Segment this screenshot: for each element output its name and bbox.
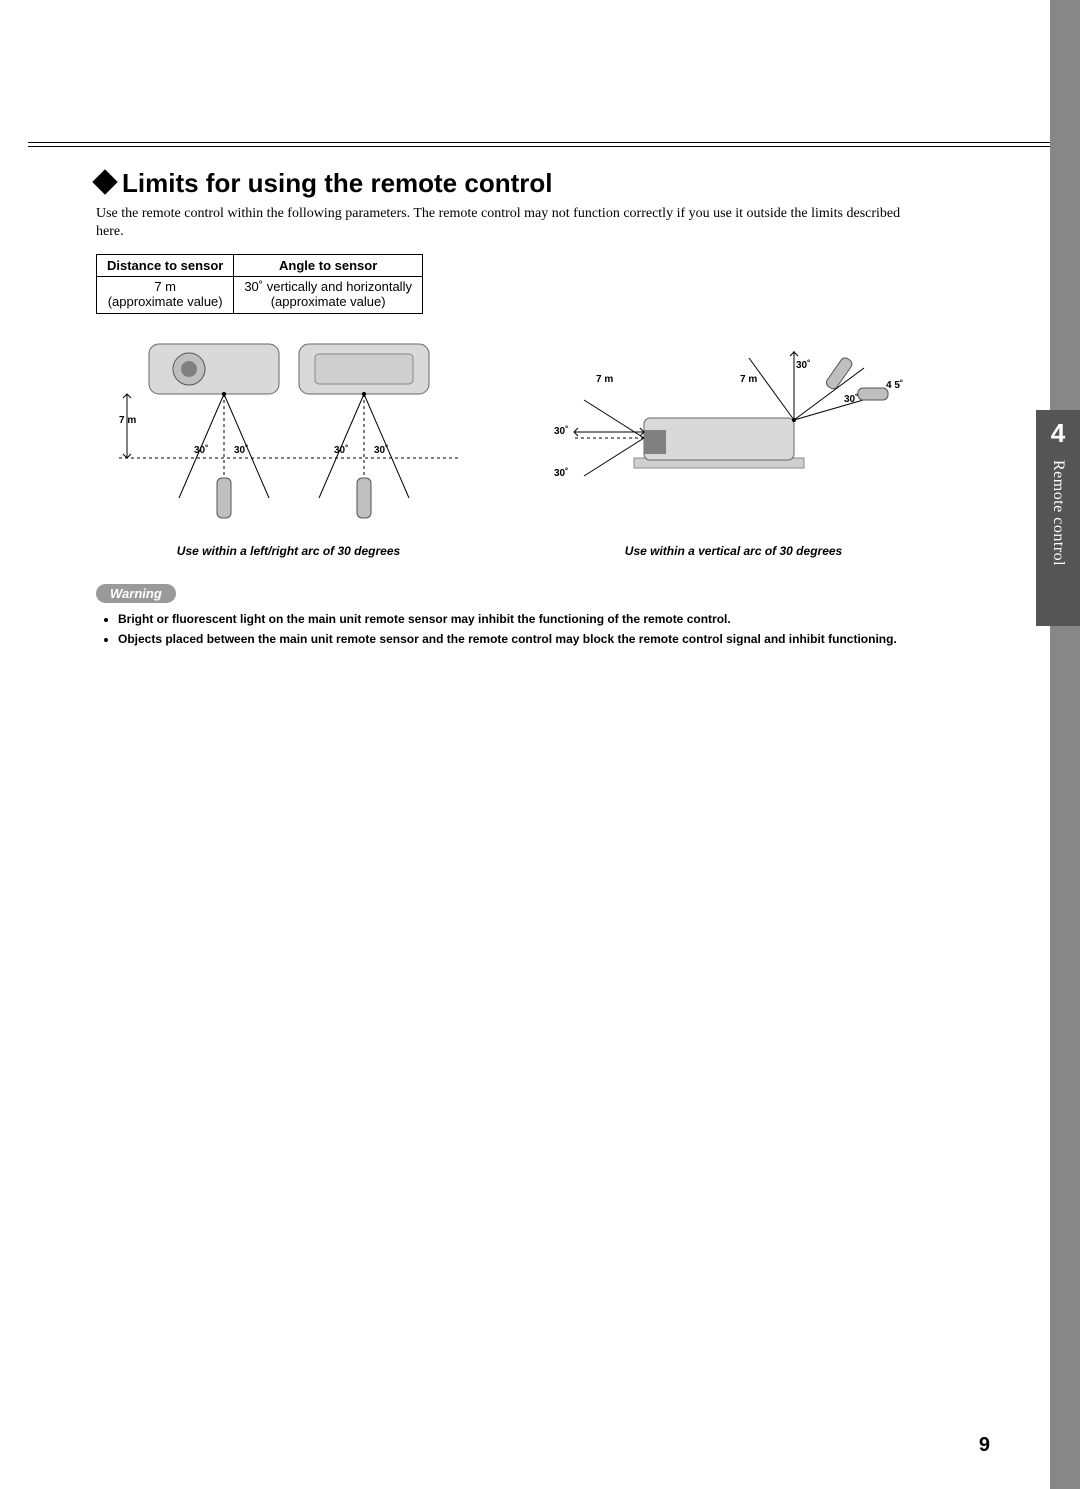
warning-list: Bright or fluorescent light on the main … bbox=[96, 611, 926, 647]
ang-label: 30˚ bbox=[554, 425, 568, 437]
page: 4 Remote control Limits for using the re… bbox=[0, 0, 1080, 1489]
ang-label: 30˚ bbox=[334, 444, 348, 456]
content-area: Limits for using the remote control Use … bbox=[96, 168, 926, 651]
ang-label: 30˚ bbox=[844, 393, 858, 405]
intro-paragraph: Use the remote control within the follow… bbox=[96, 205, 926, 240]
remote-icon bbox=[217, 478, 371, 518]
cell-angle-note: (approximate value) bbox=[271, 294, 386, 309]
ang-label: 30˚ bbox=[194, 444, 208, 456]
diagram-right: 7 m 30˚ 30˚ 7 m 30˚ 30˚ 4 5˚ bbox=[541, 338, 926, 558]
ang-label: 30˚ bbox=[234, 444, 248, 456]
diagrams-row: 7 m 30˚ 30˚ 30˚ 30˚ Use within a left/ri… bbox=[96, 338, 926, 558]
list-item: Bright or fluorescent light on the main … bbox=[118, 611, 926, 627]
table-row: 7 m (approximate value) 30˚ vertically a… bbox=[97, 277, 423, 314]
cell-angle-value: 30˚ vertically and horizontally bbox=[244, 279, 412, 294]
page-number: 9 bbox=[979, 1434, 990, 1457]
remote-icon bbox=[858, 388, 888, 400]
top-rule bbox=[28, 142, 1052, 147]
diagram-right-caption: Use within a vertical arc of 30 degrees bbox=[541, 544, 926, 558]
cell-distance-value: 7 m bbox=[154, 279, 176, 294]
diagram-right-svg: 7 m 30˚ 30˚ 7 m 30˚ 30˚ 4 5˚ bbox=[544, 338, 924, 528]
projector-rear-icon bbox=[299, 344, 429, 394]
extra-angle-label: 4 5˚ bbox=[886, 379, 903, 391]
diamond-icon bbox=[92, 169, 117, 194]
side-bar bbox=[1050, 0, 1080, 1489]
diagram-left: 7 m 30˚ 30˚ 30˚ 30˚ Use within a left/ri… bbox=[96, 338, 481, 558]
spec-table: Distance to sensor Angle to sensor 7 m (… bbox=[96, 254, 423, 314]
th-angle: Angle to sensor bbox=[234, 255, 423, 277]
section-title-text: Limits for using the remote control bbox=[122, 168, 552, 198]
th-distance: Distance to sensor bbox=[97, 255, 234, 277]
ang-label: 30˚ bbox=[554, 467, 568, 479]
dist-label: 7 m bbox=[119, 415, 136, 426]
warning-block: Warning Bright or fluorescent light on t… bbox=[96, 584, 926, 647]
diagram-left-svg: 7 m 30˚ 30˚ 30˚ 30˚ bbox=[119, 338, 459, 528]
chapter-number: 4 bbox=[1036, 416, 1080, 450]
projector-side-icon bbox=[644, 418, 794, 460]
ang-label: 30˚ bbox=[796, 359, 810, 371]
chapter-label: Remote control bbox=[1049, 460, 1067, 566]
section-title: Limits for using the remote control bbox=[96, 168, 926, 199]
table-row: Distance to sensor Angle to sensor bbox=[97, 255, 423, 277]
remote-icon bbox=[824, 356, 853, 391]
projector-front-icon bbox=[149, 344, 279, 394]
chapter-tab: 4 Remote control bbox=[1036, 410, 1080, 626]
warning-pill: Warning bbox=[96, 584, 176, 603]
dist-label: 7 m bbox=[740, 374, 757, 385]
ang-label: 30˚ bbox=[374, 444, 388, 456]
cell-distance-note: (approximate value) bbox=[108, 294, 223, 309]
diagram-left-caption: Use within a left/right arc of 30 degree… bbox=[96, 544, 481, 558]
list-item: Objects placed between the main unit rem… bbox=[118, 631, 926, 647]
dist-label: 7 m bbox=[596, 374, 613, 385]
